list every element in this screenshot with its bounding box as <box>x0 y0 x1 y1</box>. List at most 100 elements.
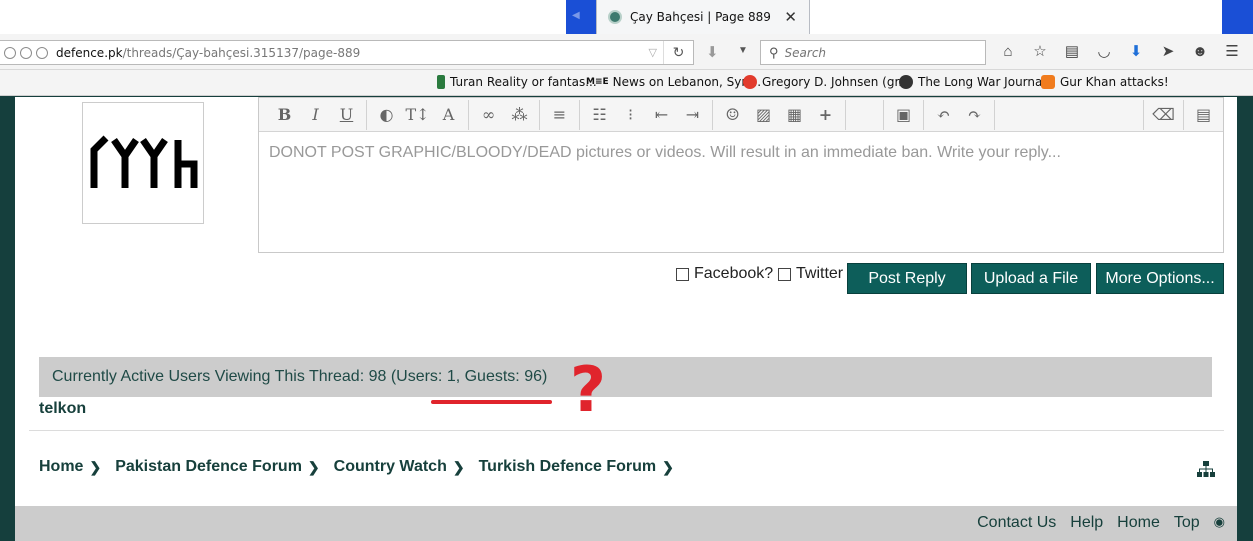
divider <box>29 430 1224 431</box>
eraser-icon[interactable]: ⌫ <box>1148 100 1179 130</box>
home-icon[interactable]: ⌂ <box>998 42 1018 62</box>
unlink-icon[interactable]: ⁂ <box>504 100 535 130</box>
save-draft-icon[interactable]: ▣ <box>888 100 919 130</box>
facebook-checkbox[interactable] <box>676 267 689 281</box>
breadcrumb-item[interactable]: Home ❯ <box>39 458 101 476</box>
sitemap-icon[interactable] <box>1197 461 1215 477</box>
menu-icon[interactable]: ☰ <box>1222 42 1242 62</box>
url-history-dropdown-icon[interactable]: ▽ <box>649 46 657 59</box>
emoji-icon[interactable]: ☻ <box>1190 42 1210 62</box>
more-options-button[interactable]: More Options... <box>1096 263 1224 294</box>
undo-icon[interactable]: ↶ <box>928 100 959 130</box>
breadcrumb-item[interactable]: Turkish Defence Forum ❯ <box>479 458 674 476</box>
active-users-text: Currently Active Users Viewing This Thre… <box>52 368 548 385</box>
tab-title: Çay Bahçesi | Page 889 <box>630 10 771 24</box>
tab-close-icon[interactable]: ✕ <box>784 8 797 26</box>
reply-textarea[interactable]: DONOT POST GRAPHIC/BLOODY/DEAD pictures … <box>259 132 1223 252</box>
indent-icon[interactable]: ⇥ <box>677 100 708 130</box>
footer-link-contact[interactable]: Contact Us <box>977 514 1056 532</box>
shield-icon[interactable] <box>20 46 32 59</box>
bookmark-favicon-icon <box>437 75 445 89</box>
download-arrow-icon[interactable]: ⬇ <box>706 43 719 61</box>
bookmark-label: News on Lebanon, Syri... <box>612 75 762 89</box>
underline-icon[interactable]: U <box>331 100 362 130</box>
text-size-icon[interactable]: T↕ <box>402 100 433 130</box>
footer-link-help[interactable]: Help <box>1070 514 1103 532</box>
chevron-right-icon: ❯ <box>307 458 320 475</box>
outdent-icon[interactable]: ⇤ <box>646 100 677 130</box>
footer-link-home[interactable]: Home <box>1117 514 1160 532</box>
bookmark-item[interactable]: The Long War Journal <box>899 75 1046 89</box>
globe-favicon-icon <box>899 75 913 89</box>
search-icon: ⚲ <box>769 44 779 60</box>
breadcrumb-label: Country Watch <box>333 458 447 475</box>
page-footer: Contact Us Help Home Top ◉ <box>15 506 1237 541</box>
tab-strip-empty <box>810 0 1223 34</box>
search-box[interactable]: ⚲ <box>760 40 986 65</box>
url-domain: defence.pk <box>56 45 123 60</box>
facebook-label: Facebook? <box>694 265 774 282</box>
font-icon[interactable]: A <box>433 100 464 130</box>
bookmark-label: Turan Reality or fantas... <box>450 75 597 89</box>
mee-icon: M≡E <box>586 77 609 87</box>
reply-editor: B I U ◐ T↕ A ∞ ⁂ ≡ ☷ ⁝ ⇤ ⇥ ☺ ▨ ▦ + ▣ ↶ ↷… <box>258 97 1224 253</box>
post-reply-button[interactable]: Post Reply <box>847 263 967 294</box>
forum-page: B I U ◐ T↕ A ∞ ⁂ ≡ ☷ ⁝ ⇤ ⇥ ☺ ▨ ▦ + ▣ ↶ ↷… <box>15 97 1237 541</box>
bookmark-item[interactable]: Turan Reality or fantas... <box>437 75 597 89</box>
bold-icon[interactable]: B <box>269 100 300 130</box>
bookmark-label: Gur Khan attacks! <box>1060 75 1169 89</box>
image-icon[interactable]: ▨ <box>748 100 779 130</box>
site-favicon-icon <box>608 10 622 24</box>
url-path: /threads/Çay-bahçesi.315137/page-889 <box>122 45 361 60</box>
twitter-label: Twitter <box>796 265 844 282</box>
color-icon[interactable]: ◐ <box>371 100 402 130</box>
pocket-icon[interactable]: ◡ <box>1094 42 1114 62</box>
search-input[interactable] <box>784 45 975 60</box>
twitter-checkbox[interactable] <box>778 267 791 281</box>
reload-icon[interactable]: ↻ <box>663 41 693 64</box>
browser-navbar: defence.pk/threads/Çay-bahçesi.315137/pa… <box>0 34 1253 70</box>
footer-link-top[interactable]: Top <box>1174 514 1200 532</box>
numbered-list-icon[interactable]: ⁝ <box>615 100 646 130</box>
bookmark-item[interactable]: M≡E News on Lebanon, Syri... <box>586 75 761 89</box>
globe-icon[interactable] <box>36 46 48 59</box>
send-icon[interactable]: ➤ <box>1158 42 1178 62</box>
link-icon[interactable]: ∞ <box>473 100 504 130</box>
breadcrumb-item[interactable]: Pakistan Defence Forum ❯ <box>115 458 319 476</box>
chevron-right-icon: ❯ <box>662 458 674 475</box>
share-facebook[interactable]: Facebook? <box>676 265 773 283</box>
upload-file-button[interactable]: Upload a File <box>971 263 1091 294</box>
active-user-link[interactable]: telkon <box>39 400 86 418</box>
bullet-list-icon[interactable]: ☷ <box>584 100 615 130</box>
chevron-right-icon: ❯ <box>452 458 465 475</box>
breadcrumb: Home ❯ Pakistan Defence Forum ❯ Country Wa… <box>39 458 688 476</box>
align-icon[interactable]: ≡ <box>544 100 575 130</box>
redo-icon[interactable]: ↷ <box>959 100 990 130</box>
share-twitter[interactable]: Twitter <box>778 265 843 283</box>
info-icon[interactable] <box>4 46 16 59</box>
breadcrumb-label: Home <box>39 458 84 475</box>
reading-list-icon[interactable]: ▤ <box>1062 42 1082 62</box>
source-document-icon[interactable]: ▤ <box>1188 100 1219 130</box>
active-users-bar: Currently Active Users Viewing This Thre… <box>39 357 1212 397</box>
media-icon[interactable]: ▦ <box>779 100 810 130</box>
browser-tab-active[interactable]: Çay Bahçesi | Page 889 ✕ <box>596 0 810 34</box>
bookmark-item[interactable]: Gur Khan attacks! <box>1041 75 1169 89</box>
rss-icon[interactable]: ◉ <box>1214 514 1225 532</box>
chart-favicon-icon <box>743 75 757 89</box>
bookmark-star-icon[interactable]: ☆ <box>1030 42 1050 62</box>
breadcrumb-item[interactable]: Country Watch ❯ <box>334 458 465 476</box>
url-text[interactable]: defence.pk/threads/Çay-bahçesi.315137/pa… <box>56 46 360 60</box>
bookmark-item[interactable]: Gregory D. Johnsen (gr... <box>743 75 910 89</box>
smiley-icon[interactable]: ☺ <box>717 100 748 130</box>
browser-tab-strip: ◀ Çay Bahçesi | Page 889 ✕ <box>0 0 1253 34</box>
downloads-icon[interactable]: ⬇ <box>1126 42 1146 62</box>
editor-toolbar: B I U ◐ T↕ A ∞ ⁂ ≡ ☷ ⁝ ⇤ ⇥ ☺ ▨ ▦ + ▣ ↶ ↷… <box>259 98 1223 132</box>
chevron-down-icon[interactable]: ▼ <box>738 45 748 56</box>
bookmark-label: The Long War Journal <box>918 75 1046 89</box>
tab-scroll-left-icon[interactable]: ◀ <box>572 10 580 21</box>
url-bar[interactable]: defence.pk/threads/Çay-bahçesi.315137/pa… <box>0 40 694 65</box>
avatar[interactable] <box>82 102 204 224</box>
italic-icon[interactable]: I <box>300 100 331 130</box>
insert-icon[interactable]: + <box>810 100 841 130</box>
